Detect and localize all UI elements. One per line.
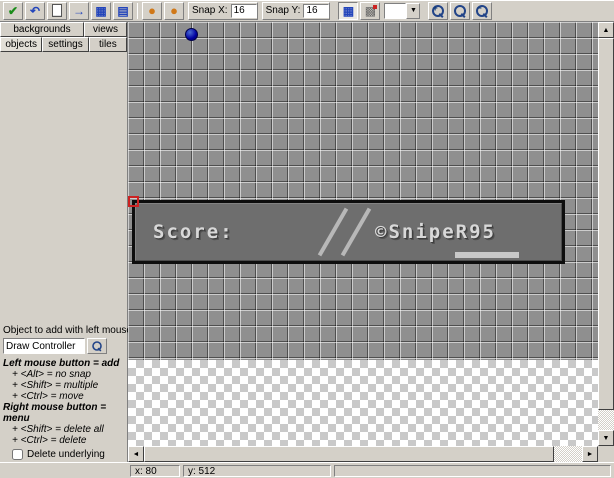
tab-objects[interactable]: objects [0, 37, 42, 52]
transparent-checkerboard[interactable] [128, 360, 598, 446]
tab-label: settings [48, 39, 82, 50]
help-line: + <Shift> = delete all [3, 424, 125, 435]
magnifier-icon [453, 4, 467, 18]
mouse-help-text: Left mouse button = add + <Alt> = no sna… [3, 358, 125, 446]
tab-label: backgrounds [13, 24, 70, 35]
scroll-right-button[interactable]: ► [582, 446, 598, 462]
undo-arrow-icon: ↶ [30, 5, 40, 17]
snap-y-label: Snap Y: [263, 5, 304, 16]
object-picker-row [3, 338, 125, 354]
minus-sign: − [476, 3, 481, 13]
toolbar: ✔ ↶ → ▦ ▤ ● ● Snap X: Snap Y: [0, 0, 614, 22]
tile-arrange-button[interactable]: ▦ [91, 2, 111, 20]
red-handle-dot [373, 5, 377, 9]
status-cursor-y: y: 512 [183, 465, 331, 477]
dropdown-arrow-icon[interactable]: ▼ [406, 3, 420, 19]
new-document-button[interactable] [47, 2, 67, 20]
tab-label: tiles [99, 39, 117, 50]
browse-magnifier-icon [91, 340, 102, 351]
scroll-up-button[interactable]: ▲ [598, 22, 614, 38]
ball-tool-button-1[interactable]: ● [142, 2, 162, 20]
status-cursor-x: x: 80 [130, 465, 180, 477]
snap-x-label: Snap X: [189, 5, 231, 16]
objects-panel-body: Object to add with left mouse: Left mous… [0, 52, 127, 462]
snap-y-group: Snap Y: [262, 2, 331, 20]
status-message [334, 465, 611, 477]
snap-x-input[interactable] [231, 4, 257, 18]
apply-button[interactable]: ✔ [3, 2, 23, 20]
tile-rows-button[interactable]: ▤ [113, 2, 133, 20]
scroll-down-button[interactable]: ▼ [598, 430, 614, 446]
level-editor-window: ✔ ↶ → ▦ ▤ ● ● Snap X: Snap Y: [0, 0, 614, 478]
zoom-out-button[interactable]: − [472, 2, 492, 20]
help-line: + <Shift> = multiple [3, 380, 125, 391]
tile-grid[interactable] [128, 22, 598, 360]
object-dropdown[interactable] [3, 338, 85, 354]
tab-row-2: objects settings tiles [0, 37, 127, 52]
check-icon: ✔ [8, 5, 18, 17]
banner-slash-2 [341, 208, 371, 257]
ball-icon: ● [148, 4, 156, 17]
selection-marker [128, 196, 139, 207]
undo-button[interactable]: ↶ [25, 2, 45, 20]
left-panel: backgrounds views objects settings tiles… [0, 22, 128, 462]
scroll-left-button[interactable]: ◄ [128, 446, 144, 462]
snap-x-group: Snap X: [188, 2, 258, 20]
v-scroll-thumb[interactable] [598, 38, 614, 410]
score-banner-object[interactable]: Score: ©SnipeR95 [132, 200, 565, 264]
scrollbar-corner [598, 446, 614, 462]
dropdown-value-box[interactable] [384, 3, 406, 19]
banner-light-patch [455, 252, 519, 258]
grid-handles-button[interactable]: ▩ [360, 2, 380, 20]
horizontal-scrollbar[interactable]: ◄ ► [128, 446, 598, 462]
ball-icon: ● [170, 4, 178, 17]
help-line: Right mouse button = menu [3, 402, 125, 424]
arrow-left-icon: ◄ [133, 451, 140, 458]
vertical-scrollbar[interactable]: ▲ ▼ [598, 22, 614, 446]
tile-rows-icon: ▤ [117, 5, 128, 17]
grid-toggle-button[interactable]: ▦ [338, 2, 358, 20]
zoom-reset-button[interactable] [450, 2, 470, 20]
delete-underlying-label: Delete underlying [27, 449, 105, 460]
arrow-right-icon: → [73, 5, 85, 17]
help-line: + <Alt> = no snap [3, 369, 125, 380]
plus-sign: + [432, 3, 437, 13]
tab-label: objects [5, 39, 37, 50]
forward-button[interactable]: → [69, 2, 89, 20]
tab-row-1: backgrounds views [0, 22, 127, 37]
grid-icon: ▦ [343, 5, 354, 17]
snap-y-input[interactable] [303, 4, 329, 18]
h-scroll-thumb[interactable] [144, 446, 554, 462]
canvas-area: Score: ©SnipeR95 ▲ ▼ ◄ [128, 22, 614, 462]
arrow-down-icon: ▼ [603, 435, 610, 442]
arrow-right-icon: ► [587, 451, 594, 458]
tab-label: views [93, 24, 118, 35]
help-line: Left mouse button = add [3, 358, 125, 369]
credit-label: ©SnipeR95 [375, 221, 496, 243]
object-browse-button[interactable] [87, 338, 107, 354]
tab-views[interactable]: views [84, 22, 127, 37]
object-add-section: Object to add with left mouse: Left mous… [3, 325, 125, 460]
zoom-in-button[interactable]: + [428, 2, 448, 20]
document-icon [52, 4, 62, 17]
status-bar: x: 80 y: 512 [0, 462, 614, 478]
controller-object-dot[interactable] [185, 28, 198, 41]
help-line: + <Ctrl> = delete [3, 435, 125, 446]
arrow-up-icon: ▲ [603, 27, 610, 34]
score-label: Score: [153, 221, 234, 243]
delete-underlying-checkbox[interactable] [12, 449, 23, 460]
ball-tool-button-2[interactable]: ● [164, 2, 184, 20]
tile-grid-icon: ▦ [95, 5, 106, 17]
toolbar-dropdown[interactable]: ▼ [384, 3, 420, 19]
level-viewport[interactable]: Score: ©SnipeR95 [128, 22, 598, 446]
delete-underlying-row: Delete underlying [3, 449, 125, 460]
tab-tiles[interactable]: tiles [89, 37, 127, 52]
help-line: + <Ctrl> = move [3, 391, 125, 402]
object-add-label: Object to add with left mouse: [3, 325, 125, 336]
tab-backgrounds[interactable]: backgrounds [0, 22, 84, 37]
toolbar-separator [137, 3, 138, 19]
tab-settings[interactable]: settings [42, 37, 88, 52]
